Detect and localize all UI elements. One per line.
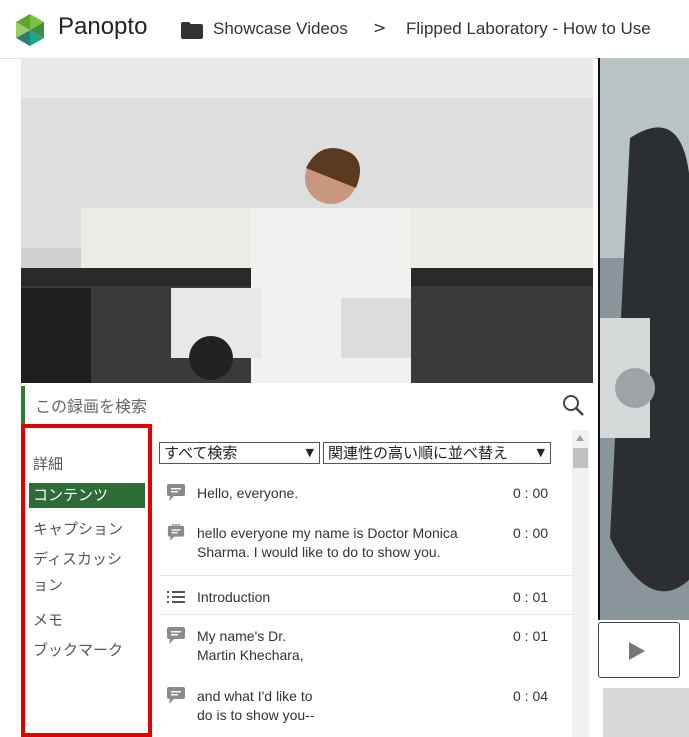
list-icon xyxy=(167,591,185,603)
content-time: 0 : 00 xyxy=(513,485,549,501)
thumbnail[interactable] xyxy=(603,688,689,737)
list-item[interactable]: My name's Dr. Martin Khechara, 0 : 01 xyxy=(160,623,572,673)
nav-item-discussion[interactable]: ディスカッシ xyxy=(29,547,145,572)
content-text: Introduction xyxy=(197,589,271,605)
list-item[interactable]: hello everyone my name is Doctor Monica … xyxy=(160,520,572,570)
primary-video-frame xyxy=(21,58,593,383)
scrollbar-thumb[interactable] xyxy=(573,448,588,468)
chevron-down-icon: ▼ xyxy=(536,446,545,459)
content-time: 0 : 01 xyxy=(513,589,549,605)
scroll-up-arrow-icon[interactable] xyxy=(576,435,584,441)
primary-video-player[interactable] xyxy=(21,58,593,383)
nav-item-captions[interactable]: キャプション xyxy=(29,517,145,542)
scope-select[interactable]: すべて検索 ▼ xyxy=(159,442,320,464)
content-text: My name's Dr. Martin Khechara, xyxy=(197,628,304,663)
nav-item-bookmarks[interactable]: ブックマーク xyxy=(29,638,145,663)
content-time: 0 : 01 xyxy=(513,628,549,644)
nav-item-details[interactable]: 詳細 xyxy=(29,452,145,477)
breadcrumb-folder[interactable]: Showcase Videos xyxy=(213,19,348,39)
nav-item-discussion-cont[interactable]: ョン xyxy=(29,573,145,598)
secondary-video-frame xyxy=(600,58,689,620)
speech-bubble-icon xyxy=(167,627,185,644)
list-item[interactable]: Introduction 0 : 01 xyxy=(160,584,572,614)
list-item[interactable]: and what I'd like to do is to show you--… xyxy=(160,683,572,733)
play-icon xyxy=(629,642,645,660)
panopto-logo-icon[interactable] xyxy=(12,12,48,48)
search-input[interactable] xyxy=(33,391,557,421)
content-time: 0 : 04 xyxy=(513,688,549,704)
scrollbar[interactable] xyxy=(572,430,589,737)
list-item[interactable]: Hello, everyone. 0 : 00 xyxy=(160,480,572,514)
sort-select[interactable]: 関連性の高い順に並べ替え ▼ xyxy=(323,442,551,464)
breadcrumb-separator: > xyxy=(373,18,387,37)
folder-icon xyxy=(181,22,203,39)
caption-bubble-icon xyxy=(167,524,185,542)
nav-item-contents[interactable]: コンテンツ xyxy=(29,483,145,508)
search-bar xyxy=(21,386,593,424)
breadcrumb-title: Flipped Laboratory - How to Use xyxy=(406,19,651,38)
speech-bubble-icon xyxy=(167,687,185,704)
chevron-down-icon: ▼ xyxy=(305,446,314,459)
speech-bubble-icon xyxy=(167,484,185,501)
content-text: hello everyone my name is Doctor Monica … xyxy=(197,525,458,560)
content-text: and what I'd like to do is to show you-- xyxy=(197,688,315,723)
contents-list: Hello, everyone. 0 : 00 hello everyone m… xyxy=(160,480,572,737)
sort-select-value: 関連性の高い順に並べ替え xyxy=(328,444,509,462)
sidebar-nav: 詳細 コンテンツ キャプション ディスカッシ ョン メモ ブックマーク xyxy=(21,424,152,737)
top-bar: Panopto Showcase Videos > Flipped Labora… xyxy=(0,0,689,59)
nav-item-notes[interactable]: メモ xyxy=(29,608,145,633)
content-text: Hello, everyone. xyxy=(197,485,299,501)
scope-select-value: すべて検索 xyxy=(164,444,238,462)
play-button[interactable] xyxy=(598,622,680,678)
search-icon[interactable] xyxy=(561,393,585,417)
divider xyxy=(160,614,572,615)
secondary-video-player[interactable] xyxy=(598,58,689,620)
content-time: 0 : 00 xyxy=(513,525,549,541)
brand-name[interactable]: Panopto xyxy=(58,13,147,41)
divider xyxy=(160,575,572,576)
